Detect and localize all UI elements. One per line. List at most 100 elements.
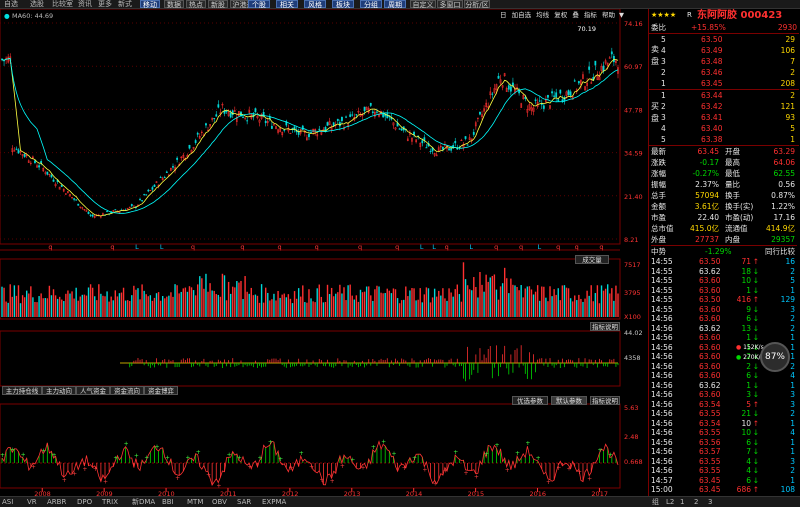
volume-bars [1,262,619,317]
oscillator-mark-icon: + [103,479,108,486]
volume-bar [283,293,285,317]
toolbar-button[interactable]: 风格 [304,0,326,9]
quote-value: 27737 [695,235,719,244]
period-menu-item[interactable]: 加自选 [512,11,532,19]
toolbar-button[interactable]: 分组 [360,0,382,9]
tab-fund-flow[interactable]: 资金流向 [110,386,144,395]
price-candle-body [553,95,556,97]
volume-bar [48,285,51,317]
volume-bar [532,294,535,317]
volume-bar [421,302,423,317]
menu-item[interactable]: 更多 [98,0,112,8]
volume-bar [596,285,599,317]
period-menu-item[interactable]: 指标 [584,11,597,19]
volume-bar [563,285,566,317]
event-marker-icon: L [432,243,436,251]
tab-main-position[interactable]: 主力持仓线 [2,386,42,395]
period-menu-item[interactable]: ▼ [619,11,624,19]
volume-bar [192,290,195,317]
period-menu-item[interactable]: 叠 [572,11,579,19]
volume-bar [155,293,158,317]
volume-bar [349,284,351,317]
volume-bar [262,302,265,317]
volume-bar [571,301,574,317]
optimal-params-button[interactable]: 优选参数 [512,396,548,405]
toolbar-button[interactable]: 热点 [186,0,206,9]
quote-label: 总市值 [651,224,674,233]
volume-bar [28,293,30,317]
volume-bar [551,296,553,317]
toolbar-button[interactable]: 移动 [140,0,160,9]
period-menu-item[interactable]: 帮助 [602,11,615,19]
toolbar-button[interactable]: 周期 [384,0,406,9]
oscillator-mark-icon: + [62,477,67,484]
toolbar-button[interactable]: 个股 [248,0,270,9]
weibi-row: 委比 +15.85% 2930 [651,22,797,33]
toolbar-button[interactable]: 数据 [164,0,184,9]
menu-item[interactable]: 比较室 [52,0,73,8]
volume-bar [446,300,448,317]
volume-bar [423,294,426,317]
toolbar-button[interactable]: 板块 [332,0,354,9]
default-params-button[interactable]: 默认参数 [551,396,587,405]
toolbar-button[interactable]: 新股 [208,0,228,9]
volume-bar [267,292,269,317]
chart-area[interactable]: 74.16 60.97 47.78 34.59 21.40 8.21 qqLLqqqqqq… [0,8,643,498]
indicator-help-button[interactable]: 指标说明 [590,396,620,405]
volume-bar [609,293,611,317]
volume-bar [567,288,570,317]
weibi-label: 委比 [651,23,666,32]
tab-popularity-funds[interactable]: 人气资金 [76,386,110,395]
toolbar-button[interactable]: 多窗口 [437,0,463,9]
volume-bar [293,291,296,317]
quote-label: 市盈 [651,213,666,222]
volume-bar [87,287,90,317]
volume-bar [483,291,485,317]
indicator-help-button[interactable]: 指标说明 [590,322,620,331]
oscillator-mark-icon: + [494,442,499,449]
volume-bar [320,296,323,317]
volume-bar [328,294,331,317]
volume-bar [174,284,176,317]
volume-bar [98,284,100,317]
event-marker-icon: q [599,243,603,251]
quote-label: 金额 [651,202,666,211]
tab-main-direction[interactable]: 主力动向 [42,386,76,395]
quote-label: 换手(实) [725,202,754,211]
volume-bar [91,287,94,317]
period-menu-item[interactable]: 日 [500,11,507,19]
volume-bar [407,296,409,317]
volume-bar [19,303,22,317]
volume-bar [450,292,452,317]
price-candle-body [400,128,403,131]
weibi-value: +15.85% [691,23,726,32]
period-menu-item[interactable]: 复权 [554,11,567,19]
menu-item[interactable]: 自选 [4,0,18,8]
volume-bar [277,291,279,317]
toolbar-button[interactable]: 自定义 [410,0,436,9]
price-candle-body [349,114,352,117]
oscillator-mark-icon: + [597,447,602,454]
mf-ytick: 4358 [624,354,641,362]
volume-bar [188,286,191,317]
bid-volume: 121 [780,102,795,111]
period-menu-item[interactable]: 均线 [536,11,549,19]
volume-bar [534,291,537,317]
speed-gauge[interactable]: 87% [760,342,790,372]
menu-item[interactable]: 资讯 [78,0,92,8]
toolbar-button[interactable]: 相关 [276,0,298,9]
menu-item[interactable]: 选股 [30,0,44,8]
volume-bar [431,297,434,317]
volume-button[interactable]: 成交量 [575,255,609,264]
toolbar-button[interactable]: 分析/区 [464,0,490,9]
price-candle-body [454,141,457,144]
tab-fund-game[interactable]: 资金博弈 [144,386,178,395]
volume-bar [471,290,473,317]
volume-bar [75,287,77,317]
price-candle-body [87,212,90,214]
menu-item[interactable]: 新式 [118,0,132,8]
volume-bar [398,303,401,317]
kline-chart[interactable]: 74.1660.9747.7834.5921.408.21 qqLLqqqqqq… [0,8,648,498]
oscillator-mark-icon: + [340,463,345,470]
oscillator-mark-icon: + [113,455,118,462]
